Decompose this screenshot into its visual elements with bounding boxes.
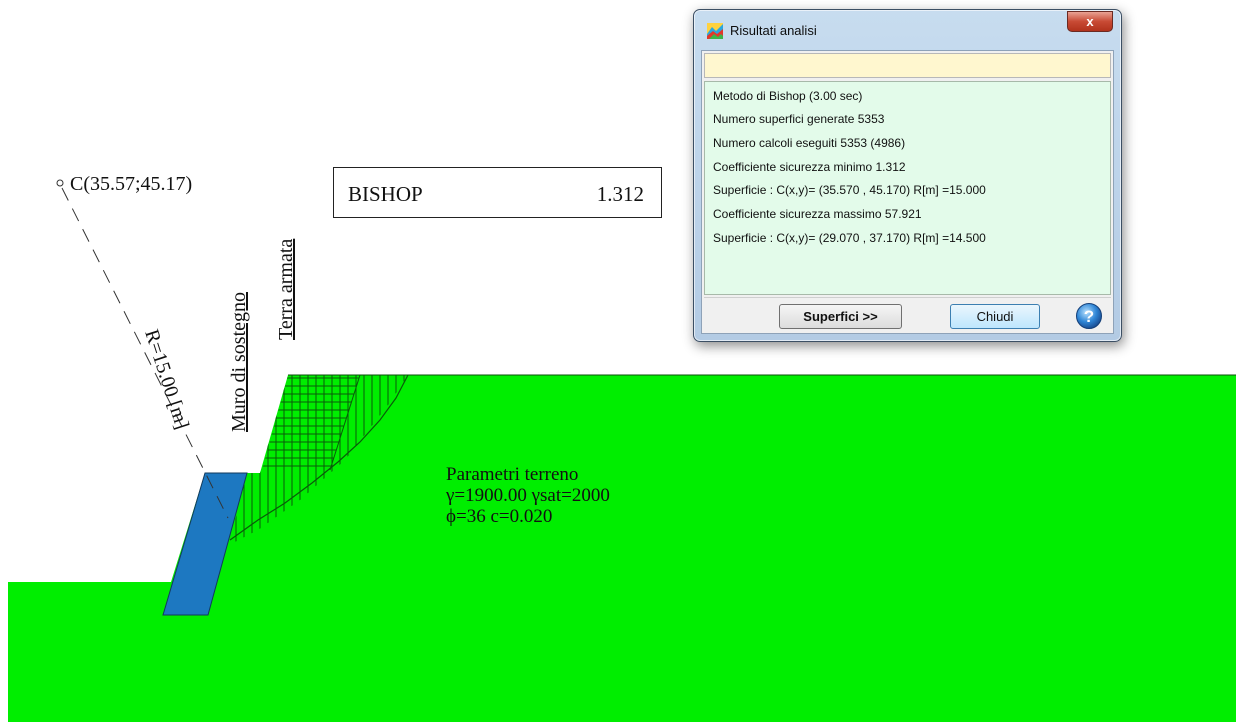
center-marker-icon (56, 179, 64, 187)
analysis-results-dialog: Risultati analisi x Metodo di Bishop (3.… (693, 9, 1122, 342)
button-separator (704, 297, 1111, 298)
help-button[interactable]: ? (1075, 302, 1103, 330)
close-button[interactable]: x (1067, 11, 1113, 32)
wall-label: Muro di sostegno (228, 292, 250, 432)
results-line: Superficie : C(x,y)= (29.070 , 37.170) R… (713, 231, 986, 245)
results-list[interactable]: Metodo di Bishop (3.00 sec) Numero super… (704, 81, 1111, 295)
radius-line (61, 187, 229, 519)
soil-parameters-title: Parametri terreno (446, 464, 579, 485)
dialog-title: Risultati analisi (730, 23, 817, 38)
radius-label: R=15.00 [m] (140, 327, 193, 432)
dialog-titlebar[interactable]: Risultati analisi x (694, 10, 1121, 52)
superfici-button[interactable]: Superfici >> (779, 304, 902, 329)
status-strip (704, 53, 1111, 78)
center-label: C(35.57;45.17) (70, 173, 192, 195)
results-line: Coefficiente sicurezza minimo 1.312 (713, 160, 906, 174)
chiudi-button[interactable]: Chiudi (950, 304, 1040, 329)
method-name: BISHOP (348, 182, 423, 206)
results-line: Metodo di Bishop (3.00 sec) (713, 89, 863, 103)
soil-unit-weights: γ=1900.00 γsat=2000 (446, 485, 610, 506)
reinforced-earth-label: Terra armata (275, 239, 297, 340)
results-line: Numero calcoli eseguiti 5353 (4986) (713, 136, 906, 150)
help-icon: ? (1084, 307, 1094, 326)
results-line: Coefficiente sicurezza massimo 57.921 (713, 207, 922, 221)
dialog-client-area: Metodo di Bishop (3.00 sec) Numero super… (701, 50, 1114, 334)
safety-factor-box: BISHOP 1.312 (333, 167, 662, 218)
app-icon (707, 23, 723, 39)
safety-factor-value: 1.312 (596, 182, 644, 206)
results-line: Superficie : C(x,y)= (35.570 , 45.170) R… (713, 183, 986, 197)
results-line: Numero superfici generate 5353 (713, 112, 885, 126)
close-icon: x (1086, 14, 1094, 29)
soil-parameters: Parametri terreno γ=1900.00 γsat=2000 ϕ=… (446, 464, 610, 527)
soil-friction-cohesion: ϕ=36 c=0.020 (446, 506, 553, 527)
